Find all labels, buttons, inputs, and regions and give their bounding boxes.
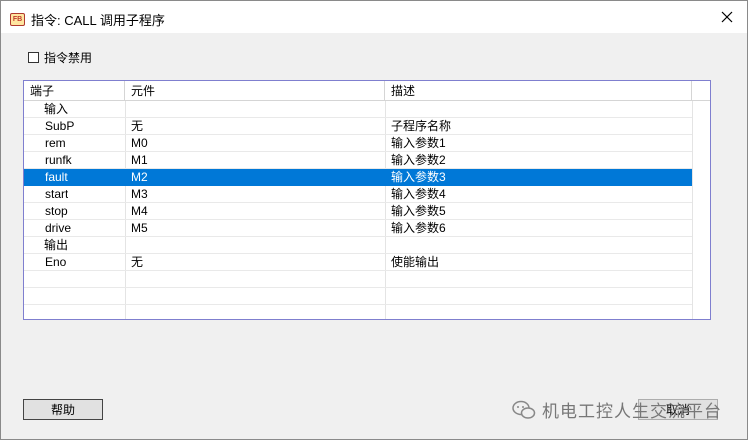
table-row[interactable]: Eno 无 使能输出 <box>24 254 692 271</box>
cell-element[interactable]: M0 <box>131 135 148 151</box>
cell-description[interactable]: 输入参数5 <box>391 203 446 219</box>
table-row[interactable]: drive M5 输入参数6 <box>24 220 692 237</box>
title-bar[interactable]: FB 指令: CALL 调用子程序 <box>1 1 747 33</box>
cell-port: fault <box>45 170 68 184</box>
close-icon[interactable] <box>719 9 735 25</box>
table-empty-row <box>24 288 692 305</box>
help-button[interactable]: 帮助 <box>23 399 103 420</box>
column-divider <box>692 101 693 319</box>
cell-port: start <box>45 187 69 201</box>
cell-element[interactable]: M2 <box>131 169 148 185</box>
window-title: 指令: CALL 调用子程序 <box>31 13 165 28</box>
table-row[interactable]: SubP 无 子程序名称 <box>24 118 692 135</box>
dialog-window: FB 指令: CALL 调用子程序 指令禁用 端子 元件 描述 输入 SubP 无 子… <box>0 0 748 440</box>
wechat-icon <box>512 400 536 419</box>
cell-description[interactable]: 输入参数1 <box>391 135 446 151</box>
cell-description[interactable]: 子程序名称 <box>391 118 451 134</box>
disable-instruction-checkbox[interactable] <box>28 51 39 63</box>
cell-description[interactable]: 输入参数3 <box>391 169 446 185</box>
watermark: 机电工控人生交流平台 <box>512 397 722 422</box>
cell-description[interactable]: 输入参数2 <box>391 152 446 168</box>
cell-port: drive <box>45 221 72 235</box>
cell-port: rem <box>45 136 66 150</box>
cell-port: SubP <box>45 119 75 133</box>
table-row[interactable]: runfk M1 输入参数2 <box>24 152 692 169</box>
disable-instruction-checkbox-row[interactable]: 指令禁用 <box>28 50 93 65</box>
cell-port: Eno <box>45 255 67 269</box>
cell-port: runfk <box>45 153 72 167</box>
table-group-row[interactable]: 输出 <box>24 237 692 254</box>
cell-element[interactable]: 无 <box>131 118 143 134</box>
table-group-row[interactable]: 输入 <box>24 101 692 118</box>
disable-instruction-label: 指令禁用 <box>44 50 93 65</box>
cell-description[interactable]: 使能输出 <box>391 254 439 270</box>
cell-element[interactable]: M4 <box>131 203 148 219</box>
table-empty-row <box>24 305 692 319</box>
cell-description[interactable]: 输入参数6 <box>391 220 446 236</box>
cell-description[interactable]: 输入参数4 <box>391 186 446 202</box>
column-header-description[interactable]: 描述 <box>385 81 692 100</box>
cell-element[interactable]: M5 <box>131 220 148 236</box>
table-empty-row <box>24 271 692 288</box>
table-row[interactable]: fault M2 输入参数3 <box>24 169 692 186</box>
app-icon: FB <box>10 13 25 26</box>
table-row[interactable]: start M3 输入参数4 <box>24 186 692 203</box>
cell-port: stop <box>45 204 68 218</box>
cell-element[interactable]: 无 <box>131 254 143 270</box>
cell-element[interactable]: M3 <box>131 186 148 202</box>
table-header: 端子 元件 描述 <box>24 81 710 101</box>
column-header-element[interactable]: 元件 <box>125 81 385 100</box>
watermark-text: 机电工控人生交流平台 <box>542 402 722 421</box>
cell-port: 输入 <box>44 102 69 116</box>
cell-port: 输出 <box>44 238 69 252</box>
table-row[interactable]: rem M0 输入参数1 <box>24 135 692 152</box>
column-header-port[interactable]: 端子 <box>24 81 125 100</box>
parameter-table[interactable]: 端子 元件 描述 输入 SubP 无 子程序名称 rem M0 输入参数1 runfk M1 输入… <box>23 80 711 320</box>
table-row[interactable]: stop M4 输入参数5 <box>24 203 692 220</box>
cell-element[interactable]: M1 <box>131 152 148 168</box>
